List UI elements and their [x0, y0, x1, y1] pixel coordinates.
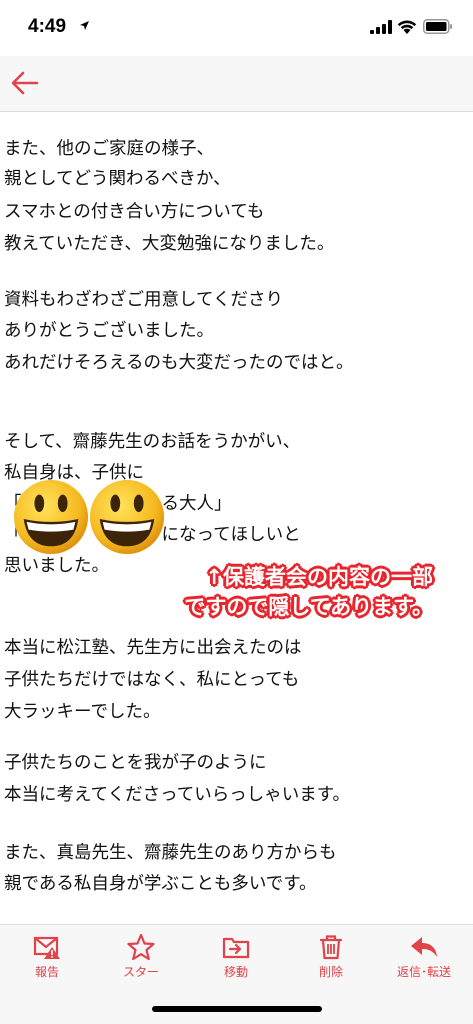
battery-icon [423, 19, 452, 34]
location-arrow-icon [80, 21, 89, 30]
body-line: 大ラッキーでした。 [4, 702, 161, 722]
reply-forward-button[interactable]: 返信･転送 [377, 933, 471, 989]
report-mail-icon [33, 936, 60, 959]
back-arrow-icon[interactable] [8, 66, 42, 100]
cellular-signal-icon [370, 20, 392, 34]
body-line: 親としてどう関わるべきか、 [4, 169, 231, 189]
body-line: ありがとうございました。 [4, 321, 214, 341]
annotation-line-1: ↑保護者会の内容の一部 [205, 565, 433, 589]
report-button[interactable]: 報告 [0, 933, 94, 989]
move-label: 移動 [223, 965, 248, 979]
annotation-line-2: ですので隠してあります。 [184, 595, 433, 619]
move-button[interactable]: 移動 [189, 933, 283, 989]
status-bar: 4:49 [0, 0, 473, 56]
body-line: 子供たちだけではなく、私にとっても [4, 670, 300, 690]
body-line: あれだけそろえるのも大変だったのではと。 [4, 353, 354, 373]
reply-icon [411, 937, 437, 957]
move-folder-icon [222, 937, 250, 959]
body-line: そして、齋藤先生のお話をうかがい、 [4, 432, 301, 452]
body-line: 資料もわざわざご用意してくださり [4, 290, 283, 310]
smiley-emoji-sticker [13, 479, 89, 555]
star-button[interactable]: スター [94, 933, 188, 989]
body-line: スマホとの付き合い方についても [4, 202, 265, 222]
body-line: 本当に考えてくださっていらっしゃいます。 [4, 785, 350, 805]
trash-icon [319, 935, 343, 960]
star-label: スター [122, 965, 159, 979]
delete-button[interactable]: 削除 [284, 933, 378, 989]
smiley-emoji-sticker [89, 479, 165, 555]
status-time: 4:49 [28, 16, 67, 37]
body-line: 本当に松江塾、先生方に出会えたのは [4, 638, 302, 658]
nav-bar [0, 56, 473, 112]
body-line: また、真島先生、齋藤先生のあり方からも [4, 843, 337, 863]
report-label: 報告 [34, 965, 59, 979]
body-line: 子供たちのことを我が子のように [4, 753, 267, 773]
home-indicator [152, 1006, 322, 1012]
body-line: 思いました。 [4, 556, 109, 576]
body-line: 教えていただき、大変勉強になりました。 [4, 234, 335, 254]
wifi-icon [397, 20, 417, 34]
body-line: また、他のご家庭の様子、 [4, 139, 214, 159]
star-icon [127, 933, 155, 961]
body-line: 親である私自身が学ぶことも多いです。 [4, 874, 317, 894]
email-body: また、他のご家庭の様子、 親としてどう関わるべきか、 スマホとの付き合い方につい… [0, 112, 473, 924]
reply-forward-label: 返信･転送 [396, 965, 451, 979]
delete-label: 削除 [318, 965, 343, 979]
